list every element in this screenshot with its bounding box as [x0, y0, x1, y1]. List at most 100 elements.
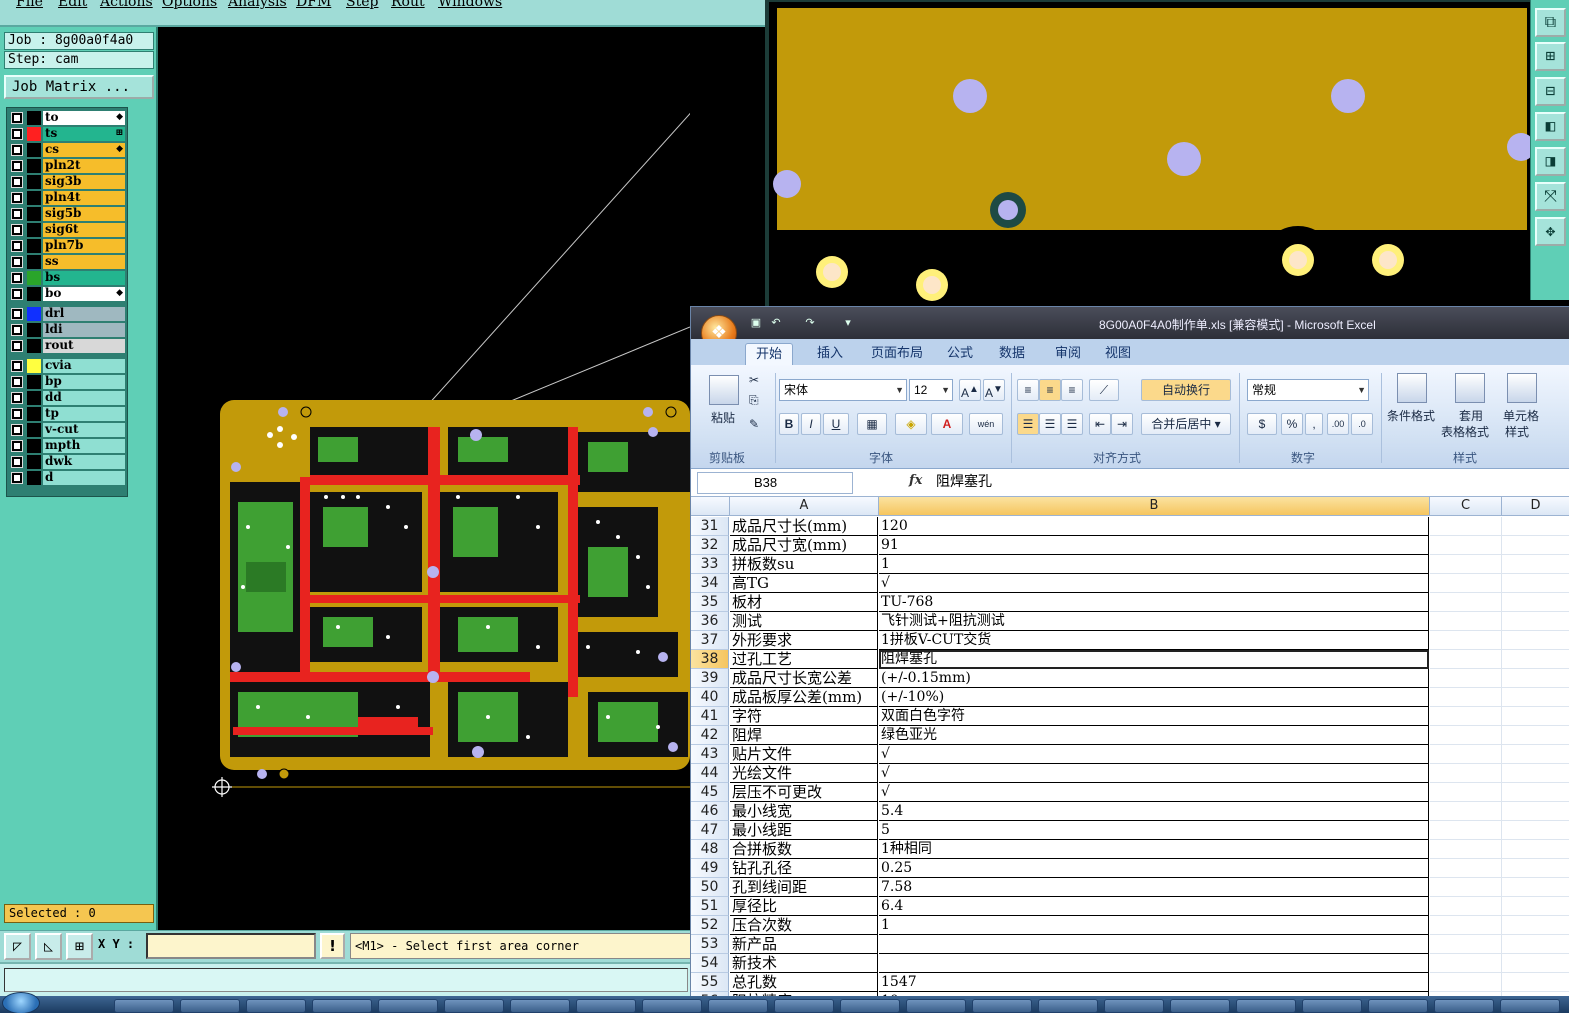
- layer-checkbox[interactable]: [11, 272, 23, 284]
- cell-b[interactable]: √: [879, 574, 1429, 593]
- column-header-a[interactable]: A: [730, 497, 879, 516]
- cell-d[interactable]: [1502, 859, 1569, 878]
- cell-a[interactable]: 成品板厚公差(mm): [730, 688, 878, 707]
- zoom-in-icon[interactable]: ⊞: [1535, 42, 1566, 71]
- taskbar-item[interactable]: [114, 999, 174, 1013]
- column-header-d[interactable]: D: [1502, 497, 1569, 516]
- taskbar-item[interactable]: [510, 999, 570, 1013]
- cell-c[interactable]: [1430, 707, 1502, 726]
- menu-file[interactable]: File: [16, 0, 43, 10]
- taskbar-item[interactable]: [312, 999, 372, 1013]
- underline-icon[interactable]: U: [823, 413, 849, 435]
- layer-row-drl[interactable]: drl: [9, 307, 127, 321]
- italic-icon[interactable]: I: [801, 413, 821, 435]
- layer-checkbox[interactable]: [11, 308, 23, 320]
- orientation-icon[interactable]: ⟋: [1089, 379, 1119, 401]
- taskbar-item[interactable]: [1236, 999, 1296, 1013]
- comma-icon[interactable]: ,: [1305, 413, 1323, 435]
- cell-d[interactable]: [1502, 783, 1569, 802]
- cell-c[interactable]: [1430, 859, 1502, 878]
- cell-b[interactable]: 1547: [879, 973, 1429, 992]
- cell-a[interactable]: 高TG: [730, 574, 878, 593]
- pan-left-icon[interactable]: ◧: [1535, 112, 1566, 141]
- layer-row-bs[interactable]: bs: [9, 271, 127, 285]
- taskbar-item[interactable]: [576, 999, 636, 1013]
- increase-decimal-icon[interactable]: .00: [1327, 413, 1349, 435]
- cell-a[interactable]: 新产品: [730, 935, 878, 954]
- taskbar-item[interactable]: [1170, 999, 1230, 1013]
- cell-c[interactable]: [1430, 688, 1502, 707]
- layer-row-pln4t[interactable]: pln4t: [9, 191, 127, 205]
- row-header[interactable]: 35: [691, 593, 729, 612]
- cell-b[interactable]: √: [879, 783, 1429, 802]
- ribbon-tab-2[interactable]: 页面布局: [861, 343, 933, 365]
- cell-c[interactable]: [1430, 916, 1502, 935]
- function-icon[interactable]: fx: [909, 473, 922, 488]
- zoom-out-icon[interactable]: ⊟: [1535, 77, 1566, 106]
- cell-c[interactable]: [1430, 745, 1502, 764]
- cell-d[interactable]: [1502, 555, 1569, 574]
- cell-a[interactable]: 字符: [730, 707, 878, 726]
- ribbon-tab-3[interactable]: 公式: [937, 343, 983, 365]
- menu-edit[interactable]: Edit: [58, 0, 87, 10]
- cell-d[interactable]: [1502, 669, 1569, 688]
- cell-d[interactable]: [1502, 954, 1569, 973]
- row-header[interactable]: 41: [691, 707, 729, 726]
- start-button-icon[interactable]: [2, 992, 40, 1013]
- layer-checkbox[interactable]: [11, 128, 23, 140]
- phonetic-icon[interactable]: wén: [969, 413, 1003, 435]
- row-header[interactable]: 43: [691, 745, 729, 764]
- cell-c[interactable]: [1430, 650, 1502, 669]
- row-header[interactable]: 51: [691, 897, 729, 916]
- pan-right-icon[interactable]: ◨: [1535, 147, 1566, 176]
- cell-b[interactable]: 5.4: [879, 802, 1429, 821]
- taskbar-item[interactable]: [1038, 999, 1098, 1013]
- menu-analysis[interactable]: Analysis: [228, 0, 287, 10]
- cell-d[interactable]: [1502, 688, 1569, 707]
- cell-d[interactable]: [1502, 726, 1569, 745]
- row-header[interactable]: 37: [691, 631, 729, 650]
- taskbar-item[interactable]: [1434, 999, 1494, 1013]
- row-header[interactable]: 49: [691, 859, 729, 878]
- row-header[interactable]: 46: [691, 802, 729, 821]
- cell-b[interactable]: (+/-10%): [879, 688, 1429, 707]
- cell-c[interactable]: [1430, 802, 1502, 821]
- row-header[interactable]: 45: [691, 783, 729, 802]
- cell-a[interactable]: 合拼板数: [730, 840, 878, 859]
- layer-row-rout[interactable]: rout: [9, 339, 127, 353]
- layer-row-cs[interactable]: cs ◆: [9, 143, 127, 157]
- cell-b[interactable]: 0.25: [879, 859, 1429, 878]
- cut-icon[interactable]: ✂: [749, 373, 759, 387]
- fit-view-icon[interactable]: ⤧: [1535, 182, 1566, 211]
- taskbar-item[interactable]: [774, 999, 834, 1013]
- cell-a[interactable]: 孔到线间距: [730, 878, 878, 897]
- cell-d[interactable]: [1502, 935, 1569, 954]
- taskbar-item[interactable]: [840, 999, 900, 1013]
- worksheet-grid[interactable]: A B C D 31 成品尺寸长(mm) 120 32 成品尺寸宽(mm) 91 33 拼板数…: [691, 497, 1569, 1013]
- cell-d[interactable]: [1502, 536, 1569, 555]
- cell-d[interactable]: [1502, 916, 1569, 935]
- cell-b[interactable]: 飞针测试+阻抗测试: [879, 612, 1429, 631]
- layer-checkbox[interactable]: [11, 472, 23, 484]
- taskbar-item[interactable]: [1302, 999, 1362, 1013]
- taskbar-item[interactable]: [180, 999, 240, 1013]
- cell-d[interactable]: [1502, 897, 1569, 916]
- cell-b[interactable]: [879, 935, 1429, 954]
- layer-row-ss[interactable]: ss: [9, 255, 127, 269]
- row-header[interactable]: 52: [691, 916, 729, 935]
- menu-windows[interactable]: Windows: [438, 0, 502, 10]
- align-bottom-icon[interactable]: ≡: [1061, 379, 1083, 401]
- increase-indent-icon[interactable]: ⇥: [1111, 413, 1133, 435]
- cell-a[interactable]: 光绘文件: [730, 764, 878, 783]
- save-icon[interactable]: ▣: [749, 316, 763, 330]
- row-header[interactable]: 38: [691, 650, 729, 669]
- row-header[interactable]: 31: [691, 517, 729, 536]
- align-top-icon[interactable]: ≡: [1017, 379, 1039, 401]
- layer-row-sig5b[interactable]: sig5b: [9, 207, 127, 221]
- layer-checkbox[interactable]: [11, 424, 23, 436]
- format-table-icon[interactable]: [1455, 373, 1485, 403]
- layer-checkbox[interactable]: [11, 256, 23, 268]
- cell-c[interactable]: [1430, 593, 1502, 612]
- cell-a[interactable]: 阻焊: [730, 726, 878, 745]
- row-header[interactable]: 39: [691, 669, 729, 688]
